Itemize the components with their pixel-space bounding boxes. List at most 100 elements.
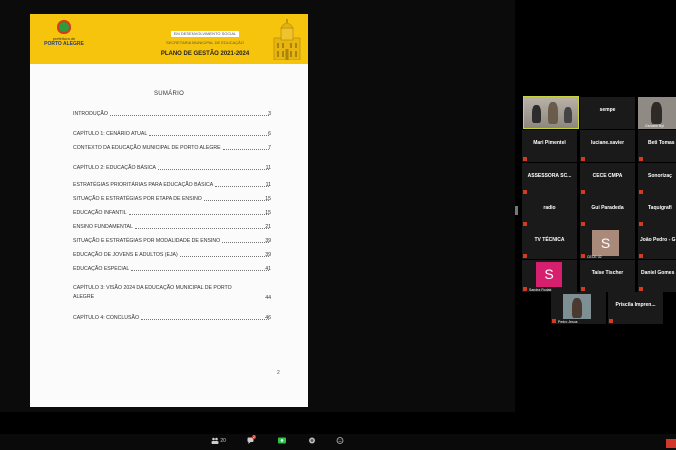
record-icon xyxy=(309,437,315,444)
participant-tile[interactable]: Giovane Byl xyxy=(638,97,676,129)
participant-name: Mari Pimentel xyxy=(533,140,566,146)
toc-entry-page: 15 xyxy=(265,210,271,216)
chat-badge: 2 xyxy=(252,435,256,439)
chat-button[interactable]: 2 xyxy=(247,435,256,447)
participant-tile[interactable]: luciane.xavier xyxy=(580,130,635,162)
participant-tile[interactable]: Priscila Impren... xyxy=(608,292,663,324)
end-meeting-button[interactable] xyxy=(666,439,676,448)
participant-tile[interactable]: sempe xyxy=(580,97,635,129)
city-logo: prefeitura de PORTO ALEGRE xyxy=(38,20,90,47)
participant-label: Sandra Rodak xyxy=(529,288,552,292)
participant-label: Pedro Jesus xyxy=(558,320,578,324)
toc-entry: CAPÍTULO 2: EDUCAÇÃO BÁSICA xyxy=(73,165,271,171)
toc-entry: EDUCAÇÃO ESPECIAL xyxy=(73,266,271,272)
video-person xyxy=(548,102,558,124)
toc-entry: CONTEXTO DA EDUCAÇÃO MUNICIPAL DE PORTO … xyxy=(73,145,271,151)
toc-leader-dots xyxy=(131,270,269,271)
toc-entry-text: ESTRATÉGIAS PRIORITÁRIAS PARA EDUCAÇÃO B… xyxy=(73,182,214,188)
toc-entry: SITUAÇÃO E ESTRATÉGIAS POR MODALIDADE DE… xyxy=(73,238,271,244)
participant-tile[interactable]: TV TÉCNICA xyxy=(522,227,577,259)
participant-gallery: sempe Giovane Byl Mari Pimentel luciane.… xyxy=(520,96,676,326)
participant-tile[interactable]: Beti Tomas xyxy=(638,130,676,162)
participant-name: Priscila Impren... xyxy=(615,302,656,308)
participant-tile[interactable]: S CECE 02 xyxy=(580,227,635,259)
video-person xyxy=(572,298,582,318)
meeting-toolbar: 20 2 xyxy=(0,434,676,450)
participant-tile[interactable]: CECE CMPA xyxy=(580,163,635,195)
shared-document-page: prefeitura de PORTO ALEGRE EM DESENVOLVI… xyxy=(30,14,308,407)
toc-entry-page: 21 xyxy=(265,224,271,230)
document-header: prefeitura de PORTO ALEGRE EM DESENVOLVI… xyxy=(30,14,308,64)
muted-mic-icon xyxy=(523,190,527,194)
toc-leader-dots xyxy=(158,169,269,170)
reactions-button[interactable] xyxy=(336,437,344,447)
participant-tile[interactable]: Taquigrafi xyxy=(638,195,676,227)
toc-entry: CAPÍTULO 4: CONCLUSÃO xyxy=(73,315,271,321)
participant-tile[interactable]: Mari Pimentel xyxy=(522,130,577,162)
city-emblem-icon xyxy=(57,20,71,34)
toc-entry-page: 11 xyxy=(265,182,271,188)
participant-tile[interactable]: Gui Paradeda xyxy=(580,195,635,227)
toc-entry-text: CONTEXTO DA EDUCAÇÃO MUNICIPAL DE PORTO … xyxy=(73,145,221,151)
muted-mic-icon xyxy=(639,190,643,194)
toc-entry-text: CAPÍTULO 4: CONCLUSÃO xyxy=(73,315,140,321)
participant-tile[interactable]: Pedro Jesus xyxy=(551,292,606,324)
participant-tile[interactable]: João Pedro - G xyxy=(638,227,676,259)
muted-mic-icon xyxy=(639,287,643,291)
share-screen-button[interactable] xyxy=(278,437,286,447)
participant-name: Sonorizaç xyxy=(648,173,672,179)
document-title: PLANO DE GESTÃO 2021-2024 xyxy=(160,51,250,57)
participant-tile[interactable]: radio xyxy=(522,195,577,227)
muted-mic-icon xyxy=(639,222,643,226)
summary-heading: SUMÁRIO xyxy=(153,91,185,97)
participant-tile[interactable]: Taíse Tischer xyxy=(580,260,635,292)
participant-name: sempe xyxy=(599,107,616,113)
video-person xyxy=(564,107,572,123)
participant-label: CECE 02 xyxy=(587,255,602,259)
toc-leader-dots xyxy=(222,242,269,243)
toc-entry-text: INTRODUÇÃO xyxy=(73,111,108,117)
toc-entry: SITUAÇÃO E ESTRATÉGIAS POR ETAPA DE ENSI… xyxy=(73,196,271,202)
toc-entry: CAPÍTULO 1: CENÁRIO ATUAL xyxy=(73,131,271,137)
participant-tile[interactable]: ASSESSORA SC... xyxy=(522,163,577,195)
toc-leader-dots xyxy=(134,228,269,229)
participant-name: João Pedro - G xyxy=(640,237,676,243)
avatar: S xyxy=(536,262,562,287)
muted-mic-icon xyxy=(639,157,643,161)
muted-mic-icon xyxy=(581,222,585,226)
participant-label: Giovane Byl xyxy=(645,124,664,128)
participant-name: radio xyxy=(543,205,556,211)
toc-entry-text: SITUAÇÃO E ESTRATÉGIAS POR MODALIDADE DE… xyxy=(73,238,221,244)
participants-icon xyxy=(211,437,219,444)
participants-button[interactable]: 20 xyxy=(211,437,226,447)
participant-tile[interactable]: Sonorizaç xyxy=(638,163,676,195)
muted-mic-icon xyxy=(581,190,585,194)
toc-leader-dots xyxy=(128,214,269,215)
participant-tile[interactable] xyxy=(522,96,581,130)
smiley-icon xyxy=(336,437,344,444)
record-button[interactable] xyxy=(308,437,316,447)
muted-mic-icon xyxy=(552,319,556,323)
toc-entry-page: 39 xyxy=(265,252,271,258)
toc-entry-page: 3 xyxy=(268,111,271,117)
participant-name: Beti Tomas xyxy=(648,140,675,146)
participant-tile[interactable]: S Sandra Rodak xyxy=(522,260,577,292)
share-screen-icon xyxy=(278,437,286,444)
toc-entry: EDUCAÇÃO DE JOVENS E ADULTOS (EJA) xyxy=(73,252,271,258)
video-person xyxy=(532,105,541,123)
toc-entry-page: 41 xyxy=(265,266,271,272)
participant-name: CECE CMPA xyxy=(592,173,623,179)
toc-leader-dots xyxy=(149,135,269,136)
participant-name: Gui Paradeda xyxy=(591,205,624,211)
toc-leader-dots xyxy=(203,200,269,201)
participant-name: Taquigrafi xyxy=(648,205,672,211)
muted-mic-icon xyxy=(581,157,585,161)
toc-entry: INTRODUÇÃO xyxy=(73,111,271,117)
toc-entry-text: EDUCAÇÃO ESPECIAL xyxy=(73,266,130,272)
muted-mic-icon xyxy=(581,254,585,258)
toc-entry-text: EDUCAÇÃO INFANTIL xyxy=(73,210,127,216)
toc-entry-text: EDUCAÇÃO DE JOVENS E ADULTOS (EJA) xyxy=(73,252,178,258)
split-view-drag-handle[interactable] xyxy=(515,206,518,215)
toc-entry-page: 11 xyxy=(265,165,271,171)
participant-tile[interactable]: Daniel Gomes xyxy=(638,260,676,292)
